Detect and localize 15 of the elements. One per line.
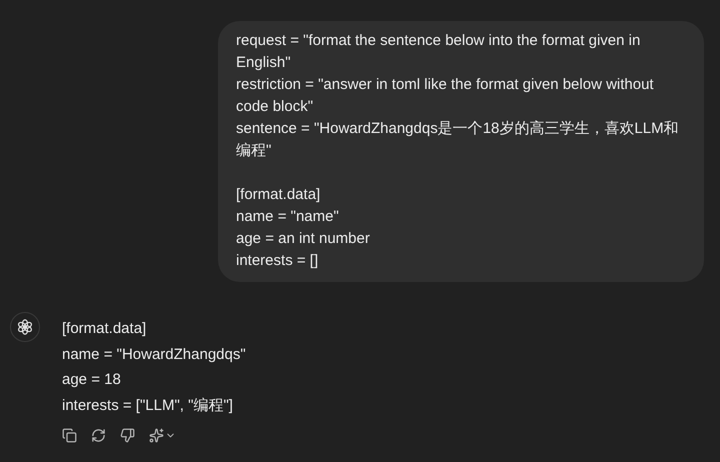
assistant-logo-icon xyxy=(16,318,34,336)
message-line: request = "format the sentence below into the format given in English" xyxy=(236,31,642,73)
response-line: [format.data] xyxy=(62,319,148,339)
message-line: interests = [] xyxy=(236,251,320,271)
message-line: name = "name" xyxy=(236,207,340,227)
sparkle-icon xyxy=(149,428,164,443)
copy-button[interactable] xyxy=(60,426,79,445)
response-line: name = "HowardZhangdqs" xyxy=(62,344,246,364)
message-line: sentence = "HowardZhangdqs是一个18岁的高三学生，喜欢LLM和编程" xyxy=(236,119,680,161)
thumbs-down-button[interactable] xyxy=(118,426,137,445)
message-line: restriction = "answer in toml like the format given below without code block" xyxy=(236,75,655,117)
response-line: interests = ["LLM", "编程"] xyxy=(62,396,234,416)
message-line: [format.data] xyxy=(236,185,322,205)
response-line: age = 18 xyxy=(62,370,122,390)
message-line: age = an int number xyxy=(236,229,371,249)
